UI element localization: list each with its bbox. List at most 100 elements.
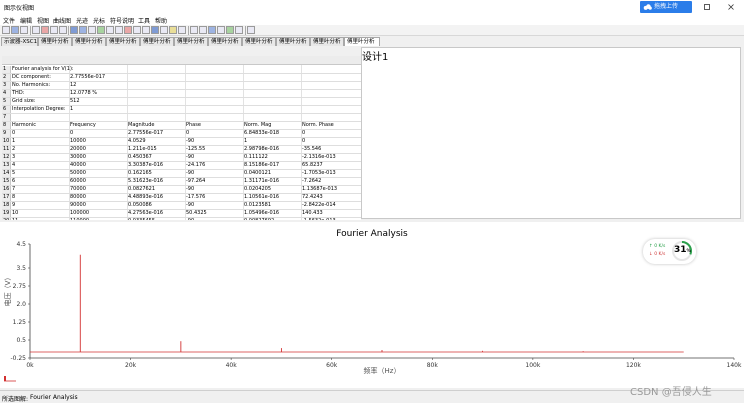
maximize-button[interactable] bbox=[698, 1, 716, 13]
toolbar-export-button[interactable] bbox=[199, 26, 207, 34]
table-row[interactable]: 13 4 40000 3.30387e-016 -24.176 8.15186e-017 6… bbox=[2, 162, 361, 170]
toolbar-settings-button[interactable] bbox=[235, 26, 243, 34]
toolbar-trace-button[interactable] bbox=[97, 26, 105, 34]
table-cell: 9 bbox=[12, 202, 16, 208]
menu-legend[interactable]: 符号说明 bbox=[110, 16, 134, 25]
table-cell: 100000 bbox=[70, 210, 90, 216]
table-cell: 6.84833e-018 bbox=[244, 130, 280, 136]
table-row[interactable]: 7 bbox=[2, 114, 361, 122]
table-cell: DC component: bbox=[12, 74, 51, 80]
table-cell: -90 bbox=[186, 218, 194, 220]
network-speed-widget[interactable]: ↑ 0 K/s ↓ 0 K/s 31% bbox=[643, 239, 696, 264]
table-row[interactable]: 2 DC component: 2.77556e-017 bbox=[2, 74, 361, 82]
menu-tools[interactable]: 工具 bbox=[138, 16, 150, 25]
menu-trace[interactable]: 光迹 bbox=[76, 16, 88, 25]
toolbar-zoom-in-button[interactable] bbox=[106, 26, 114, 34]
table-row[interactable]: 8 Harmonic Frequency Magnitude Phase Norm. Ma… bbox=[2, 122, 361, 130]
table-row[interactable]: 3 No. Harmonics: 12 bbox=[2, 82, 361, 90]
memory-percent-value: 31 bbox=[674, 245, 687, 255]
table-row[interactable]: 6 Interpolation Degree: 1 bbox=[2, 106, 361, 114]
tab-fourier-2[interactable]: 傅里叶分析 bbox=[72, 37, 106, 46]
table-row[interactable]: 16 7 70000 0.0827621 -90 0.0204205 1.13687e-01… bbox=[2, 186, 361, 194]
table-cell: 0 bbox=[12, 130, 16, 136]
tab-fourier-1[interactable]: 傅里叶分析 bbox=[38, 37, 72, 46]
table-cell: 4 bbox=[12, 162, 16, 168]
y-tick-label: -0.25 bbox=[10, 355, 26, 362]
toolbar-more-button[interactable] bbox=[247, 26, 255, 34]
toolbar-image-button[interactable] bbox=[226, 26, 234, 34]
toolbar-zoom-out-button[interactable] bbox=[115, 26, 123, 34]
tab-fourier-9[interactable]: 傅里叶分析 bbox=[310, 37, 344, 46]
table-cell: -2.8422e-014 bbox=[302, 202, 336, 208]
table-row[interactable]: 15 6 60000 5.31623e-016 -97.264 1.31171e-016 -… bbox=[2, 178, 361, 186]
toolbar-grid-button[interactable] bbox=[70, 26, 78, 34]
toolbar-properties-button[interactable] bbox=[178, 26, 186, 34]
x-tick-label: 80k bbox=[427, 362, 439, 369]
tab-fourier-6[interactable]: 傅里叶分析 bbox=[208, 37, 242, 46]
table-cell: -1.5632e-013 bbox=[302, 218, 336, 220]
table-cell: 3 bbox=[12, 154, 16, 160]
table-row[interactable]: 9 0 0 2.77556e-017 0 6.84833e-018 0 bbox=[2, 130, 361, 138]
menu-file[interactable]: 文件 bbox=[3, 16, 15, 25]
toolbar-print-button[interactable] bbox=[208, 26, 216, 34]
toolbar-overlay-button[interactable] bbox=[160, 26, 168, 34]
toolbar-color-button[interactable] bbox=[169, 26, 177, 34]
table-row[interactable]: 19 10 100000 4.27563e-016 50.4325 1.05496e-01… bbox=[2, 210, 361, 218]
table-cell: 50.4325 bbox=[186, 210, 207, 216]
table-cell: 1 bbox=[70, 106, 74, 112]
menu-graph[interactable]: 曲线图 bbox=[53, 16, 71, 25]
tab-fourier-8[interactable]: 傅里叶分析 bbox=[276, 37, 310, 46]
toolbar-delete-button[interactable] bbox=[41, 26, 49, 34]
tab-fourier-4[interactable]: 傅里叶分析 bbox=[140, 37, 174, 46]
table-cell: 0 bbox=[302, 130, 306, 136]
table-row[interactable]: 18 9 90000 0.050086 -90 0.0123581 -2.8422e-014 bbox=[2, 202, 361, 210]
table-row[interactable]: 10 1 10000 4.0529 -90 1 0 bbox=[2, 138, 361, 146]
toolbar-new-button[interactable] bbox=[2, 26, 10, 34]
toolbar-cursor-button[interactable] bbox=[88, 26, 96, 34]
toolbar-zoom-area-button[interactable] bbox=[133, 26, 141, 34]
toolbar-legend-button[interactable] bbox=[79, 26, 87, 34]
table-cell: 6 bbox=[12, 178, 16, 184]
table-row[interactable]: 2011 110000 0.0335455 -90 0.00827692 -1.5632e… bbox=[2, 218, 361, 220]
tab-fourier-7[interactable]: 傅里叶分析 bbox=[242, 37, 276, 46]
tab-fourier-3[interactable]: 傅里叶分析 bbox=[106, 37, 140, 46]
memory-percent-sign: % bbox=[686, 249, 692, 254]
toolbar-zoom-fit-button[interactable] bbox=[142, 26, 150, 34]
table-row[interactable]: 12 3 30000 0.450367 -90 0.111122 -2.1316e-013 bbox=[2, 154, 361, 162]
toolbar-paste-button[interactable] bbox=[59, 26, 67, 34]
row-number: 15 bbox=[2, 178, 11, 185]
menu-help[interactable]: 帮助 bbox=[155, 16, 167, 25]
upload-button[interactable]: 拖拽上传 bbox=[640, 1, 692, 13]
toolbar-separator bbox=[30, 26, 31, 35]
table-row[interactable]: 4 THD: 12.0778 % bbox=[2, 90, 361, 98]
table-cell: 0.0123581 bbox=[244, 202, 272, 208]
table-row[interactable]: 1 Fourier analysis for V(1): bbox=[2, 66, 361, 74]
tab-fourier-5[interactable]: 傅里叶分析 bbox=[174, 37, 208, 46]
table-row[interactable]: 14 5 50000 0.162165 -90 0.0400121 -1.7053e-013 bbox=[2, 170, 361, 178]
close-button[interactable] bbox=[722, 1, 740, 13]
table-cell: 1 bbox=[12, 138, 16, 144]
tab-fourier-10[interactable]: 傅里叶分析 bbox=[344, 37, 380, 46]
toolbar-preview-button[interactable] bbox=[217, 26, 225, 34]
menu-view[interactable]: 视图 bbox=[37, 16, 49, 25]
table-cell: 4.48893e-016 bbox=[128, 194, 164, 200]
tab-oscilloscope[interactable]: 示波器-XSC1 bbox=[1, 37, 38, 46]
table-row[interactable]: 17 8 80000 4.48893e-016 -17.576 1.10561e-016 7… bbox=[2, 194, 361, 202]
toolbar-select-button[interactable] bbox=[151, 26, 159, 34]
menu-cursor[interactable]: 光标 bbox=[93, 16, 105, 25]
toolbar-copy-button[interactable] bbox=[50, 26, 58, 34]
fourier-chart-area[interactable]: Fourier Analysis 电压（V） 频率（Hz） -0.25 0.5 1.… bbox=[0, 222, 744, 388]
menu-edit[interactable]: 编辑 bbox=[20, 16, 32, 25]
table-cell: 90000 bbox=[70, 202, 86, 208]
table-cell: -24.176 bbox=[186, 162, 206, 168]
toolbar-text-button[interactable] bbox=[190, 26, 198, 34]
toolbar-cut-button[interactable] bbox=[32, 26, 40, 34]
toolbar-save-button[interactable] bbox=[20, 26, 28, 34]
toolbar-open-button[interactable] bbox=[11, 26, 19, 34]
fourier-chart[interactable]: Fourier Analysis 电压（V） 频率（Hz） -0.25 0.5 1.… bbox=[0, 222, 744, 388]
x-tick-label: 100k bbox=[525, 362, 540, 369]
table-row[interactable]: 5 Grid size: 512 bbox=[2, 98, 361, 106]
table-cell: 12.0778 % bbox=[70, 90, 98, 96]
toolbar-marker-button[interactable] bbox=[124, 26, 132, 34]
table-row[interactable]: 11 2 20000 1.211e-015 -125.55 2.98798e-016 -35… bbox=[2, 146, 361, 154]
